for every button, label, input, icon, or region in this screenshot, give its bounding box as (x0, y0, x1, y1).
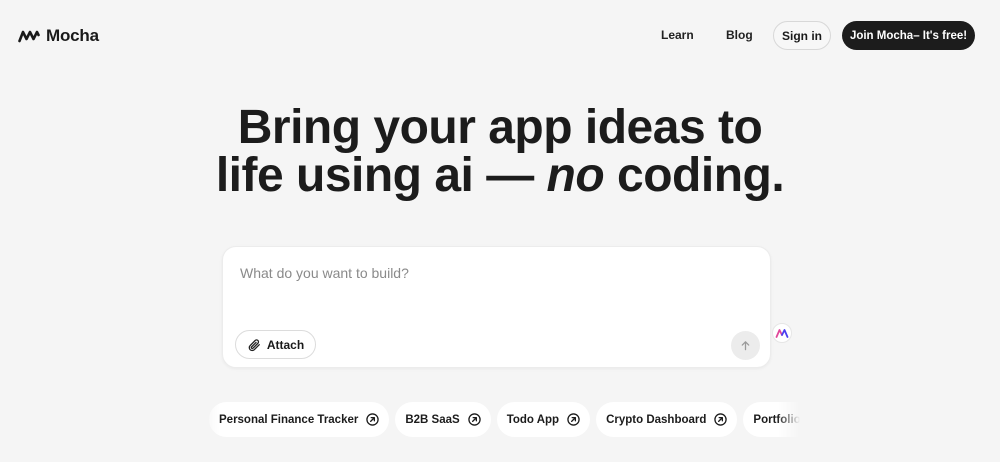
logo[interactable]: Mocha (18, 26, 99, 46)
attach-button[interactable]: Attach (235, 330, 316, 359)
suggestion-label: Todo App (506, 413, 560, 426)
nav-link-learn[interactable]: Learn (661, 28, 694, 42)
prompt-input[interactable] (240, 265, 750, 305)
send-button[interactable] (731, 331, 760, 360)
sign-in-button[interactable]: Sign in (773, 21, 831, 50)
hero-line-2-emphasis: no (546, 149, 605, 202)
join-button[interactable]: Join Mocha– It's free! (842, 21, 975, 50)
arrow-up-right-circle-icon (366, 413, 380, 426)
arrow-up-icon (741, 341, 750, 351)
nav-link-blog[interactable]: Blog (726, 28, 753, 42)
arrow-up-right-circle-icon (714, 413, 728, 426)
suggestion-carousel[interactable]: Personal Finance Tracker B2B SaaS Todo A… (202, 402, 800, 438)
suggestion-chip-crypto-dashboard[interactable]: Crypto Dashboard (596, 402, 738, 437)
mocha-mascot-icon (775, 329, 789, 338)
suggestion-label: Crypto Dashboard (606, 413, 707, 426)
hero-line-2-end: coding. (617, 149, 785, 202)
paperclip-icon (248, 338, 260, 351)
arrow-up-right-circle-icon (567, 413, 580, 426)
logo-text: Mocha (46, 26, 99, 45)
suggestion-label: Portfolio Website (753, 413, 800, 426)
site-header: Mocha Learn Blog Sign in Join Mocha– It'… (0, 0, 1000, 72)
suggestion-label: B2B SaaS (405, 413, 460, 426)
mocha-logo-icon (18, 30, 40, 43)
attach-label: Attach (266, 337, 305, 352)
hero-line-2-start: life using ai — (215, 149, 534, 202)
suggestion-chip-todo-app[interactable]: Todo App (496, 402, 591, 437)
suggestion-chip-portfolio-website[interactable]: Portfolio Website (743, 402, 800, 437)
suggestion-label: Personal Finance Tracker (219, 413, 359, 426)
arrow-up-right-circle-icon (467, 413, 481, 426)
hero-title: Bring your app ideas to life using ai — … (0, 104, 1000, 200)
mascot-badge[interactable] (772, 323, 792, 343)
prompt-box: Attach (222, 246, 771, 368)
suggestion-chip-personal-finance-tracker[interactable]: Personal Finance Tracker (209, 402, 390, 437)
hero-line-1: Bring your app ideas to (237, 101, 763, 154)
suggestion-chip-b2b-saas[interactable]: B2B SaaS (395, 402, 491, 437)
